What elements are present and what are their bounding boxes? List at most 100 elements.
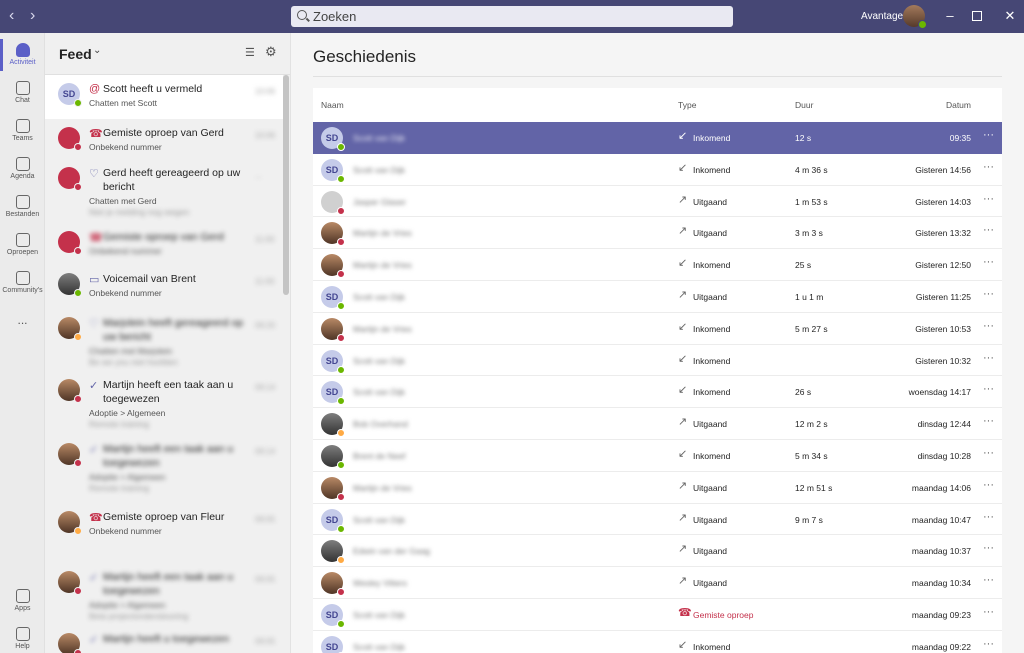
contact-name[interactable]: Scott van Dijk (353, 292, 405, 302)
more-options-icon[interactable]: ··· (983, 479, 994, 491)
column-header-date[interactable]: Datum (946, 100, 971, 110)
more-options-icon[interactable]: ··· (983, 415, 994, 427)
rail-item-2[interactable]: Teams (0, 113, 45, 151)
feed-item[interactable]: ▭ Voicemail van Brent Onbekend nummer 11:00 (45, 265, 283, 309)
feed-item[interactable]: ✓ Martijn heeft een taak aan u toegewezen… (45, 435, 283, 503)
contact-name[interactable]: Martijn de Vries (353, 483, 412, 493)
more-options-icon[interactable]: ··· (983, 352, 994, 364)
table-row[interactable]: Martijn de Vries ↗ Uitgaand 12 m 51 s maanda… (313, 472, 1002, 504)
filter-icon[interactable]: ☰ (245, 46, 255, 59)
contact-name[interactable]: Jasper Glaser (353, 197, 406, 207)
feed-item[interactable]: ♡ Marjolein heeft gereageerd op uw berich… (45, 309, 283, 371)
table-row[interactable]: Edwin van der Gaag ↗ Uitgaand maandag 10:37… (313, 535, 1002, 568)
more-options-icon[interactable]: ··· (983, 606, 994, 618)
table-row[interactable]: SD Scott van Dijk ↗ Uitgaand 9 m 7 s maandag … (313, 504, 1002, 536)
call-type: Uitgaand (693, 514, 728, 525)
search-input[interactable]: Zoeken (291, 6, 733, 27)
table-row[interactable]: Wesley Vitters ↗ Uitgaand maandag 10:34 ··· (313, 567, 1002, 599)
app-rail: Activiteit Chat Teams Agenda Bestanden Oproep… (0, 33, 45, 653)
more-options-icon[interactable]: ··· (983, 288, 994, 300)
column-header-type[interactable]: Type (678, 100, 696, 110)
gear-icon[interactable]: ⚙ (265, 44, 277, 60)
contact-name[interactable]: Scott van Dijk (353, 133, 405, 143)
column-header-duration[interactable]: Duur (795, 100, 813, 110)
table-row[interactable]: SD Scott van Dijk ☎ Gemiste oproep maandag 0… (313, 599, 1002, 631)
avatar: SD (321, 127, 345, 151)
avatar (58, 379, 82, 403)
more-options-icon[interactable]: ··· (983, 574, 994, 586)
avatar: SD (321, 349, 345, 374)
contact-name[interactable]: Scott van Dijk (353, 387, 405, 397)
rail-item-5[interactable]: Oproepen (0, 227, 45, 265)
feed-item[interactable]: ✓ Martijn heeft een taak aan u toegewezen… (45, 563, 283, 625)
rail-item-4[interactable]: Bestanden (0, 189, 45, 227)
feed-item[interactable]: ☎ Gemiste oproep van Fleur Onbekend nummer… (45, 503, 283, 563)
feed-item[interactable]: SD @ Scott heeft u vermeld Chatten met Scot… (45, 75, 283, 119)
more-options-icon[interactable]: ··· (983, 511, 994, 523)
maximize-icon[interactable] (972, 11, 982, 21)
scrollbar[interactable] (283, 75, 289, 295)
contact-name[interactable]: Scott van Dijk (353, 165, 405, 175)
rail-label: Community's (2, 287, 43, 294)
table-row[interactable]: Bob Overhand ↗ Uitgaand 12 m 2 s dinsdag 12:… (313, 408, 1002, 440)
table-row[interactable]: Martijn de Vries ↗ Uitgaand 3 m 3 s Gisteren… (313, 217, 1002, 250)
more-options-icon[interactable]: ··· (983, 161, 994, 173)
rail-item-7[interactable]: ... (0, 305, 45, 343)
table-row[interactable]: SD Scott van Dijk ↙ Inkomend 26 s woensdag 14… (313, 376, 1002, 409)
feed-title[interactable]: Feed (59, 46, 92, 62)
contact-name[interactable]: Scott van Dijk (353, 610, 405, 620)
feed-item-time: 10:06 (255, 131, 276, 140)
more-options-icon[interactable]: ··· (983, 447, 994, 459)
contact-name[interactable]: Scott van Dijk (353, 642, 405, 652)
contact-name[interactable]: Wesley Vitters (353, 578, 407, 588)
table-row[interactable]: Martijn de Vries ↙ Inkomend 25 s Gisteren 12… (313, 249, 1002, 281)
rail-bottom-0[interactable]: Apps (0, 583, 45, 621)
table-row[interactable]: SD Scott van Dijk ↙ Inkomend 12 s 09:35 ··· (313, 122, 1002, 154)
feed-item-subtitle: Adoptie > Algemeen (89, 472, 166, 482)
avatar[interactable] (903, 5, 927, 29)
column-header-name[interactable]: Naam (321, 100, 344, 110)
contact-name[interactable]: Edwin van der Gaag (353, 546, 430, 556)
more-options-icon[interactable]: ··· (983, 193, 994, 205)
calendar-icon (15, 157, 30, 171)
rail-item-3[interactable]: Agenda (0, 151, 45, 189)
more-options-icon[interactable]: ··· (983, 320, 994, 332)
more-options-icon[interactable]: ··· (983, 256, 994, 268)
feed-item[interactable]: ♡ Gerd heeft gereageerd op uw bericht Chat… (45, 159, 283, 223)
close-icon[interactable]: ✕ (1003, 9, 1017, 23)
feed-item[interactable]: ☎ Gemiste oproep van Gerd Onbekend nummer 1… (45, 119, 283, 159)
contact-name[interactable]: Martijn de Vries (353, 324, 412, 334)
rail-item-6[interactable]: Community's (0, 265, 45, 303)
feed-item[interactable]: ✓ Martijn heeft u toegewezen 09:05 (45, 625, 283, 653)
table-row[interactable]: SD Scott van Dijk ↙ Inkomend maandag 09:22 ··… (313, 631, 1002, 653)
feed-item[interactable]: ☎ Gemiste oproep van Gerd Onbekend nummer 1… (45, 223, 283, 265)
chevron-right-icon[interactable]: › (30, 8, 35, 24)
rail-bottom-1[interactable]: Help (0, 621, 45, 653)
rail-item-0[interactable]: Activiteit (0, 37, 45, 75)
more-options-icon[interactable]: ··· (983, 224, 994, 236)
minimize-icon[interactable]: – (943, 9, 957, 23)
rail-item-1[interactable]: Chat (0, 75, 45, 113)
table-row[interactable]: Jasper Glaser ↗ Uitgaand 1 m 53 s Gisteren 1… (313, 186, 1002, 218)
table-row[interactable]: SD Scott van Dijk ↙ Inkomend 4 m 36 s Gistere… (313, 154, 1002, 186)
table-row[interactable]: SD Scott van Dijk ↙ Inkomend Gisteren 10:32 ·… (313, 345, 1002, 377)
contact-name[interactable]: Scott van Dijk (353, 356, 405, 366)
contact-name[interactable]: Scott van Dijk (353, 515, 405, 525)
more-options-icon[interactable]: ··· (983, 383, 994, 395)
more-options-icon[interactable]: ··· (983, 542, 994, 554)
chevron-down-icon[interactable]: ⌄ (93, 45, 101, 56)
divider (313, 76, 1002, 77)
table-row[interactable]: Brent de Neef ↙ Inkomend 5 m 34 s dinsdag 10… (313, 440, 1002, 472)
feed-item[interactable]: ✓ Martijn heeft een taak aan u toegewezen… (45, 371, 283, 435)
more-options-icon[interactable]: ··· (983, 129, 994, 141)
table-row[interactable]: Martijn de Vries ↙ Inkomend 5 m 27 s Gistere… (313, 313, 1002, 345)
chevron-left-icon[interactable]: ‹ (9, 8, 14, 24)
contact-name[interactable]: Brent de Neef (353, 451, 405, 461)
help-icon (15, 627, 30, 641)
feed-item-subtitle: Chatten met Scott (89, 98, 158, 108)
contact-name[interactable]: Martijn de Vries (353, 260, 412, 270)
more-options-icon[interactable]: ··· (983, 638, 994, 650)
contact-name[interactable]: Martijn de Vries (353, 228, 412, 238)
contact-name[interactable]: Bob Overhand (353, 419, 408, 429)
table-row[interactable]: SD Scott van Dijk ↗ Uitgaand 1 u 1 m Gisteren… (313, 281, 1002, 313)
